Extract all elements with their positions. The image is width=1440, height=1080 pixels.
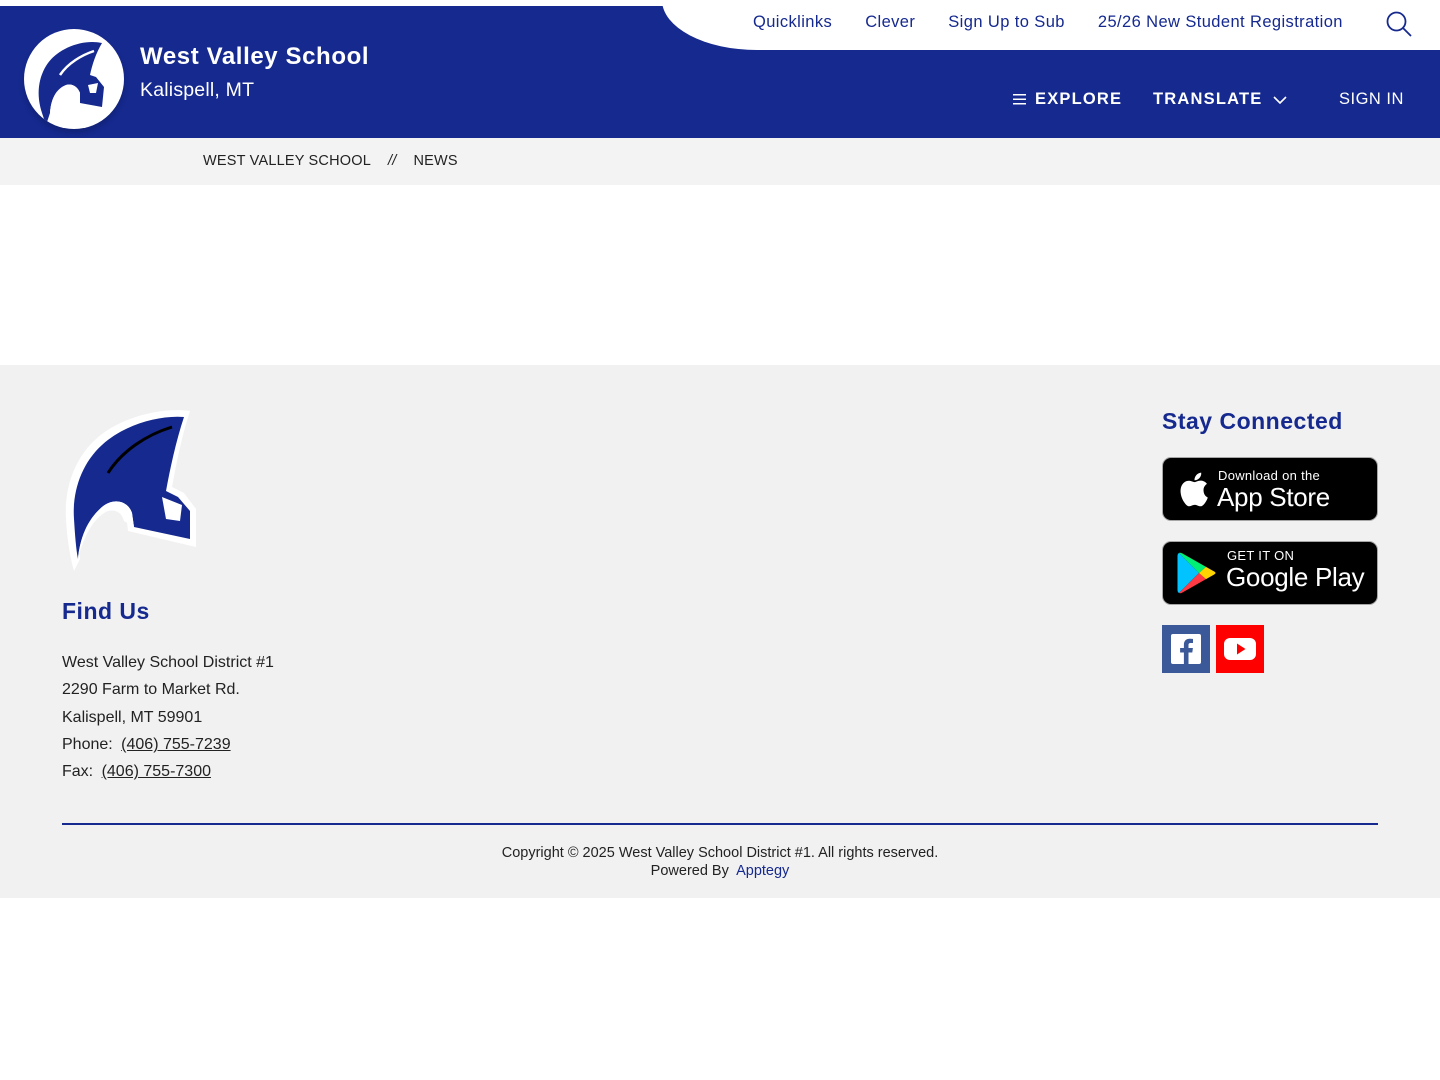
find-us-title: Find Us <box>62 598 150 624</box>
breadcrumb-current: NEWS <box>413 153 458 169</box>
youtube-link[interactable] <box>1216 625 1264 673</box>
phone-link[interactable]: (406) 755-7239 <box>121 736 230 753</box>
translate-label: TRANSLATE <box>1153 90 1263 108</box>
clever-link[interactable]: Clever <box>865 13 915 32</box>
facebook-link[interactable] <box>1162 625 1210 673</box>
spartan-helmet-logo <box>38 41 104 125</box>
chevron-down-icon <box>1272 95 1287 104</box>
breadcrumb-items: WEST VALLEY SCHOOL // NEWS <box>203 153 458 169</box>
stay-connected-title: Stay Connected <box>1162 408 1343 434</box>
address-line-city: Kalispell, MT 59901 <box>62 708 203 726</box>
school-location: Kalispell, MT <box>140 79 255 101</box>
explore-menu-button[interactable]: EXPLORE <box>1013 90 1122 109</box>
address-line-street: 2290 Farm to Market Rd. <box>62 681 240 699</box>
google-play-small-text: GET IT ON <box>1227 548 1295 563</box>
footer-spartan-logo[interactable] <box>62 409 198 574</box>
sign-in-link[interactable]: SIGN IN <box>1339 90 1404 109</box>
search-button[interactable] <box>1384 9 1414 39</box>
phone-label: Phone: <box>62 735 113 753</box>
copyright-text: Copyright © 2025 West Valley School Dist… <box>501 845 939 861</box>
translate-dropdown[interactable]: TRANSLATE <box>1153 90 1287 109</box>
fax-label: Fax: <box>62 763 94 781</box>
google-play-big-text: Google Play <box>1226 562 1365 592</box>
site-footer: Find Us West Valley School District #1 2… <box>0 365 1440 898</box>
apple-icon <box>1180 472 1208 507</box>
breadcrumb-home-link[interactable]: WEST VALLEY SCHOOL <box>203 153 371 169</box>
apptegy-link[interactable]: Apptegy <box>736 863 789 879</box>
footer-divider <box>62 823 1378 825</box>
new-student-registration-link[interactable]: 25/26 New Student Registration <box>1098 13 1343 32</box>
search-icon <box>1386 11 1412 37</box>
powered-by-row: Powered By Apptegy <box>0 863 1440 881</box>
google-play-icon <box>1177 552 1216 594</box>
school-logo[interactable] <box>24 29 124 129</box>
powered-by-label: Powered By <box>650 862 729 879</box>
utility-links: Quicklinks Clever Sign Up to Sub 25/26 N… <box>753 0 1343 44</box>
address-line-district: West Valley School District #1 <box>62 654 274 671</box>
app-store-badge[interactable]: Download on the App Store <box>1162 457 1378 521</box>
explore-label: EXPLORE <box>1035 90 1123 108</box>
youtube-icon <box>1224 638 1256 660</box>
breadcrumb-separator: // <box>388 153 397 169</box>
fax-link[interactable]: (406) 755-7300 <box>102 763 211 780</box>
address-block: West Valley School District #1 2290 Farm… <box>62 649 274 785</box>
app-store-big-text: App Store <box>1217 482 1330 512</box>
google-play-badge[interactable]: GET IT ON Google Play <box>1162 541 1378 605</box>
copyright-block: Copyright © 2025 West Valley School Dist… <box>0 845 1440 880</box>
phone-row: Phone: (406) 755-7239 <box>62 731 274 758</box>
quicklinks-link[interactable]: Quicklinks <box>753 13 832 32</box>
utility-nav: Quicklinks Clever Sign Up to Sub 25/26 N… <box>662 0 1440 50</box>
app-store-small-text: Download on the <box>1218 468 1321 483</box>
menu-icon <box>1013 94 1026 105</box>
breadcrumb: WEST VALLEY SCHOOL // NEWS <box>0 138 1440 185</box>
school-name[interactable]: West Valley School <box>140 43 369 71</box>
sign-up-to-sub-link[interactable]: Sign Up to Sub <box>948 13 1065 32</box>
fax-row: Fax: (406) 755-7300 <box>62 758 274 785</box>
facebook-icon <box>1171 634 1201 664</box>
